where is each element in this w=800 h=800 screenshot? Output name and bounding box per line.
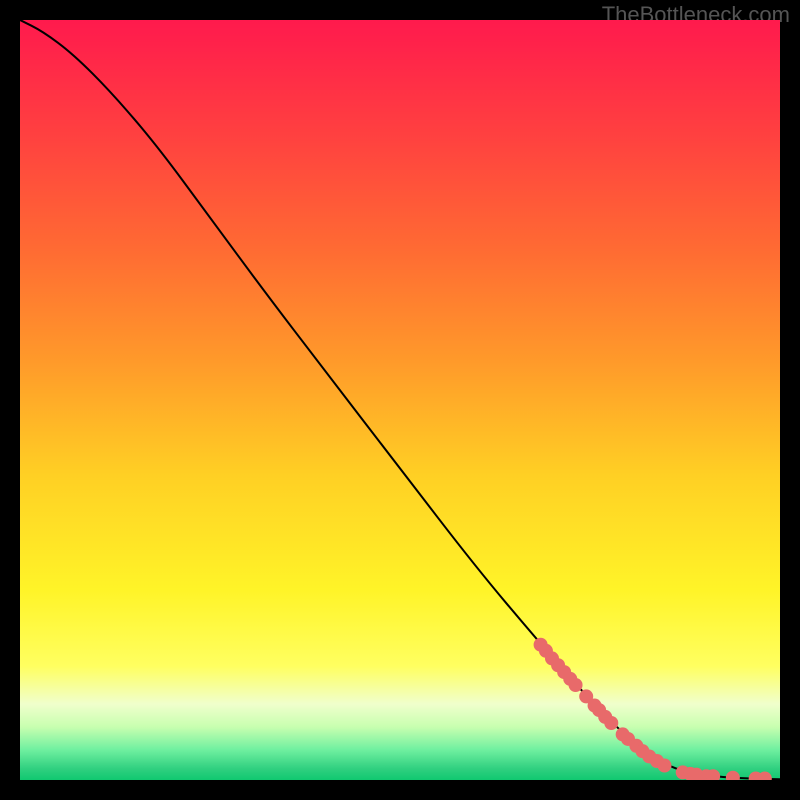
- scatter-point: [569, 678, 583, 692]
- chart-plot: [20, 20, 780, 780]
- scatter-point: [604, 716, 618, 730]
- chart-frame: TheBottleneck.com: [0, 0, 800, 800]
- chart-background: [20, 20, 780, 780]
- scatter-point: [657, 759, 671, 773]
